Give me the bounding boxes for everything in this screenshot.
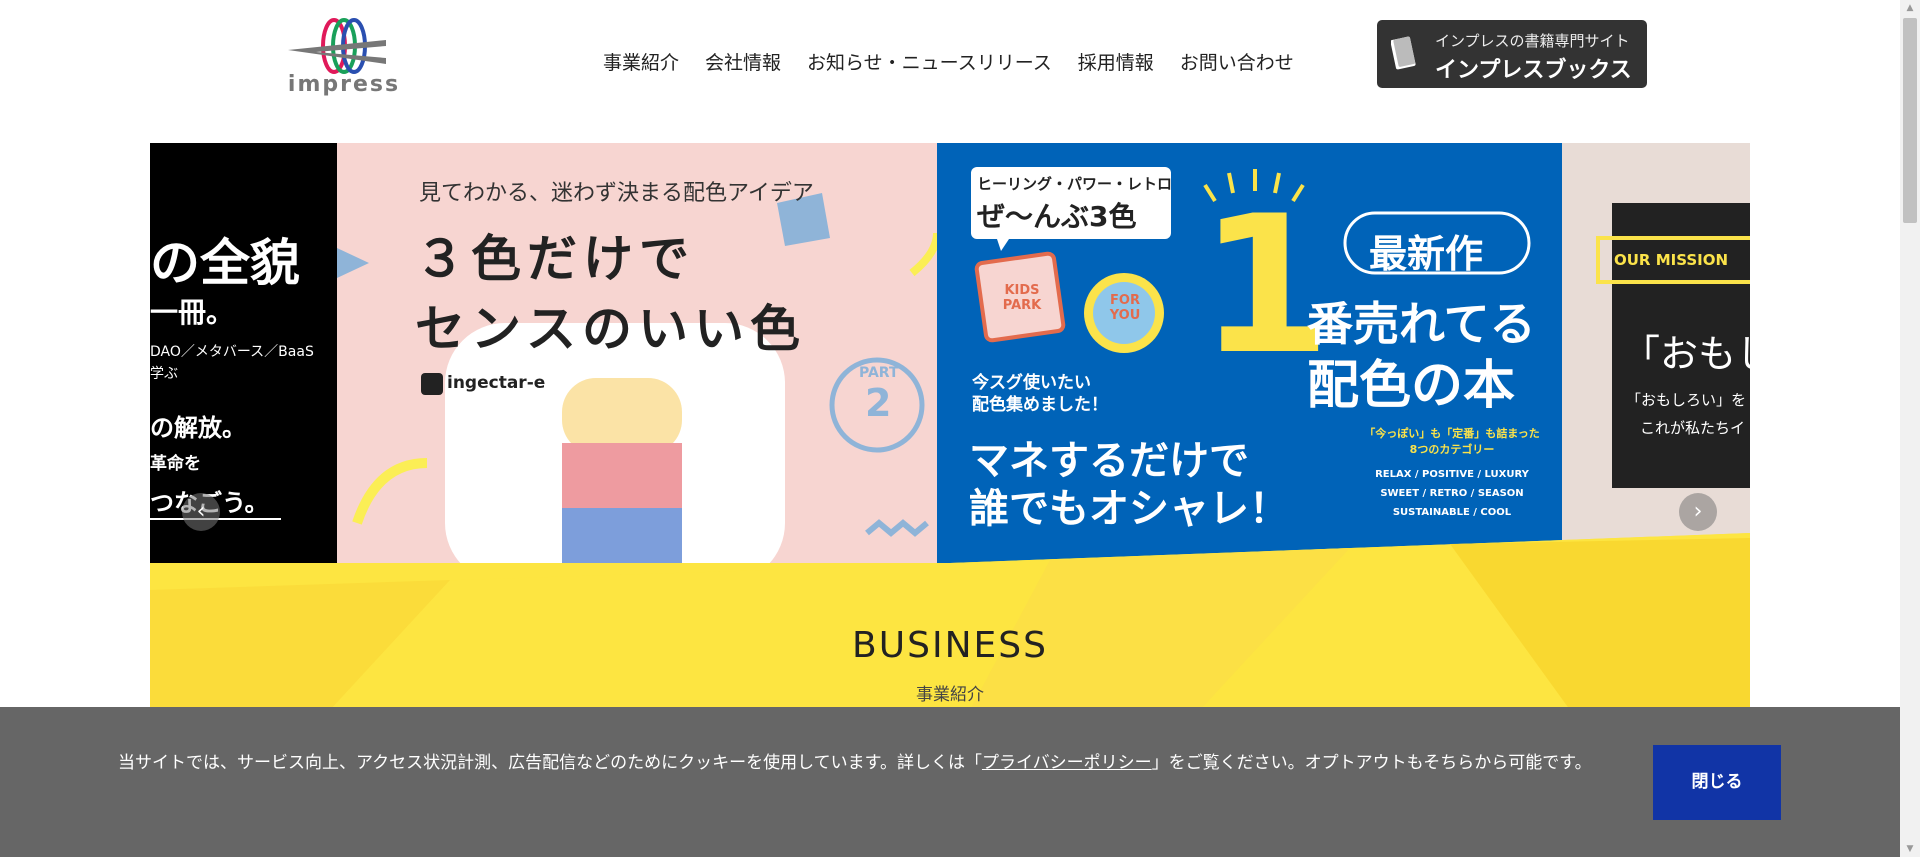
- books-subtitle: インプレスの書籍専門サイト: [1435, 32, 1630, 50]
- nav-business[interactable]: 事業紹介: [590, 48, 692, 75]
- nav-news[interactable]: お知らせ・ニュースリリース: [794, 48, 1065, 75]
- logo-wordmark: impress: [287, 72, 401, 97]
- logo-rings-icon: [288, 18, 386, 74]
- impress-logo[interactable]: impress: [286, 18, 402, 102]
- privacy-policy-link[interactable]: プライバシーポリシー: [982, 753, 1152, 773]
- scrollbar-thumb[interactable]: [1903, 18, 1917, 223]
- main-nav: 事業紹介 会社情報 お知らせ・ニュースリリース 採用情報 お問い合わせ: [590, 48, 1307, 75]
- page-scrollbar[interactable]: ▲ ▼: [1900, 0, 1920, 857]
- cookie-close-button[interactable]: 閉じる: [1653, 745, 1781, 820]
- nav-recruit[interactable]: 採用情報: [1065, 48, 1167, 75]
- cookie-banner: 当サイトでは、サービス向上、アクセス状況計測、広告配信などのためにクッキーを使用…: [0, 707, 1900, 857]
- cookie-text-before: 当サイトでは、サービス向上、アクセス状況計測、広告配信などのためにクッキーを使用…: [118, 753, 982, 773]
- hero-carousel[interactable]: の全貌 一冊。 DAO／メタバース／BaaS 学ぶ の解放。 革命を つなごう。…: [150, 143, 1750, 563]
- books-title: インプレスブックス: [1435, 58, 1632, 83]
- cookie-text-after: 」をご覧ください。オプトアウトもそちらから可能です。: [1151, 753, 1592, 773]
- business-section-subtitle: 事業紹介: [916, 685, 984, 705]
- impress-books-button[interactable]: インプレスの書籍専門サイト インプレスブックス: [1377, 20, 1647, 88]
- business-section-title: BUSINESS: [852, 625, 1048, 666]
- site-header: impress 事業紹介 会社情報 お知らせ・ニュースリリース 採用情報 お問い…: [0, 0, 1900, 143]
- nav-company[interactable]: 会社情報: [692, 48, 794, 75]
- yellow-wave: [950, 533, 1750, 563]
- scroll-up-icon[interactable]: ▲: [1900, 0, 1920, 16]
- scroll-down-icon[interactable]: ▼: [1900, 841, 1920, 857]
- book-icon: [1391, 36, 1416, 70]
- nav-contact[interactable]: お問い合わせ: [1167, 48, 1307, 75]
- cookie-message: 当サイトでは、サービス向上、アクセス状況計測、広告配信などのためにクッキーを使用…: [118, 748, 1592, 773]
